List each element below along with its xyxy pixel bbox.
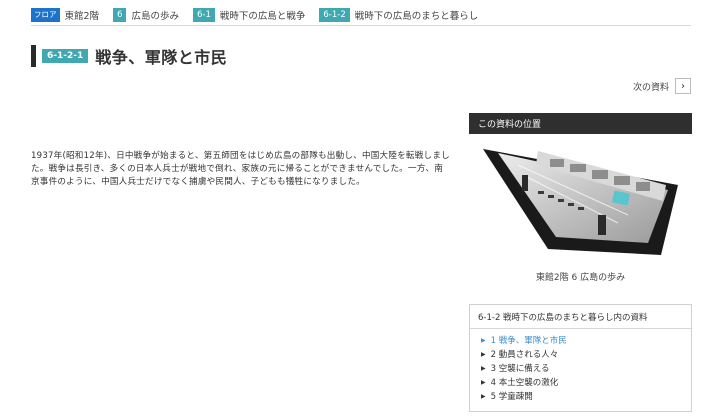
section-label: 戦時下の広島と戦争 xyxy=(219,10,306,22)
triangle-right-icon: ▶ xyxy=(481,365,486,372)
breadcrumb-subsection[interactable]: 6-1-2 戦時下の広島のまちと暮らし xyxy=(319,7,479,22)
page-title: 6-1-2-1 戦争、軍隊と市民 xyxy=(31,45,227,67)
related-item-3[interactable]: ▶ 3 空襲に備える xyxy=(481,362,691,376)
related-item-2[interactable]: ▶ 2 動員される人々 xyxy=(481,348,691,362)
related-items-list: ▶ 1 戦争、軍隊と市民 ▶ 2 動員される人々 ▶ 3 空襲に備える ▶ 4 … xyxy=(470,329,691,404)
map-caption: 東館2階 6 広島の歩み xyxy=(535,273,626,283)
triangle-right-icon: ▶ xyxy=(481,379,486,386)
zone-label: 広島の歩み xyxy=(131,10,179,22)
title-accent-bar xyxy=(31,45,36,67)
chevron-right-icon[interactable]: › xyxy=(675,78,691,94)
location-heading: この資料の位置 xyxy=(469,113,692,134)
title-text: 戦争、軍隊と市民 xyxy=(95,48,228,67)
related-item-label: 3 空襲に備える xyxy=(490,364,550,374)
triangle-right-icon: ▶ xyxy=(481,351,486,358)
related-item-label: 5 学童疎開 xyxy=(490,392,533,402)
related-item-1[interactable]: ▶ 1 戦争、軍隊と市民 xyxy=(481,334,691,348)
next-item-link[interactable]: 次の資料 › xyxy=(633,78,691,94)
description-text: 1937年(昭和12年)、日中戦争が始まると、第五師団をはじめ広島の部隊も出動し… xyxy=(31,151,450,187)
breadcrumb-section[interactable]: 6-1 戦時下の広島と戦争 xyxy=(192,7,306,22)
related-items-heading: 6-1-2 戦時下の広島のまちと暮らし内の資料 xyxy=(470,305,691,329)
related-item-label: 1 戦争、軍隊と市民 xyxy=(490,336,567,346)
subsection-tag: 6-1-2 xyxy=(319,7,350,22)
subsection-label: 戦時下の広島のまちと暮らし xyxy=(354,10,479,22)
floor-tag: フロア xyxy=(31,7,60,22)
breadcrumb-floor[interactable]: フロア 東館2階 xyxy=(31,7,100,22)
item-tag: 6-1-2-1 xyxy=(42,49,89,63)
next-label: 次の資料 xyxy=(632,82,669,93)
related-item-label: 2 動員される人々 xyxy=(490,350,559,360)
related-item-4[interactable]: ▶ 4 本土空襲の激化 xyxy=(481,376,691,390)
floor-label: 東館2階 xyxy=(64,10,100,22)
triangle-right-icon: ▶ xyxy=(481,337,486,344)
related-items-box: 6-1-2 戦時下の広島のまちと暮らし内の資料 ▶ 1 戦争、軍隊と市民 ▶ 2… xyxy=(469,304,692,412)
breadcrumb: フロア 東館2階 6 広島の歩み 6-1 戦時下の広島と戦争 6-1-2 戦時下… xyxy=(31,4,691,26)
related-item-label: 4 本土空襲の激化 xyxy=(490,378,559,388)
breadcrumb-zone[interactable]: 6 広島の歩み xyxy=(113,7,179,22)
triangle-right-icon: ▶ xyxy=(481,393,486,400)
zone-tag: 6 xyxy=(113,7,127,22)
section-tag: 6-1 xyxy=(192,7,215,22)
exhibit-location-map xyxy=(483,149,678,255)
related-item-5[interactable]: ▶ 5 学童疎開 xyxy=(481,390,691,404)
